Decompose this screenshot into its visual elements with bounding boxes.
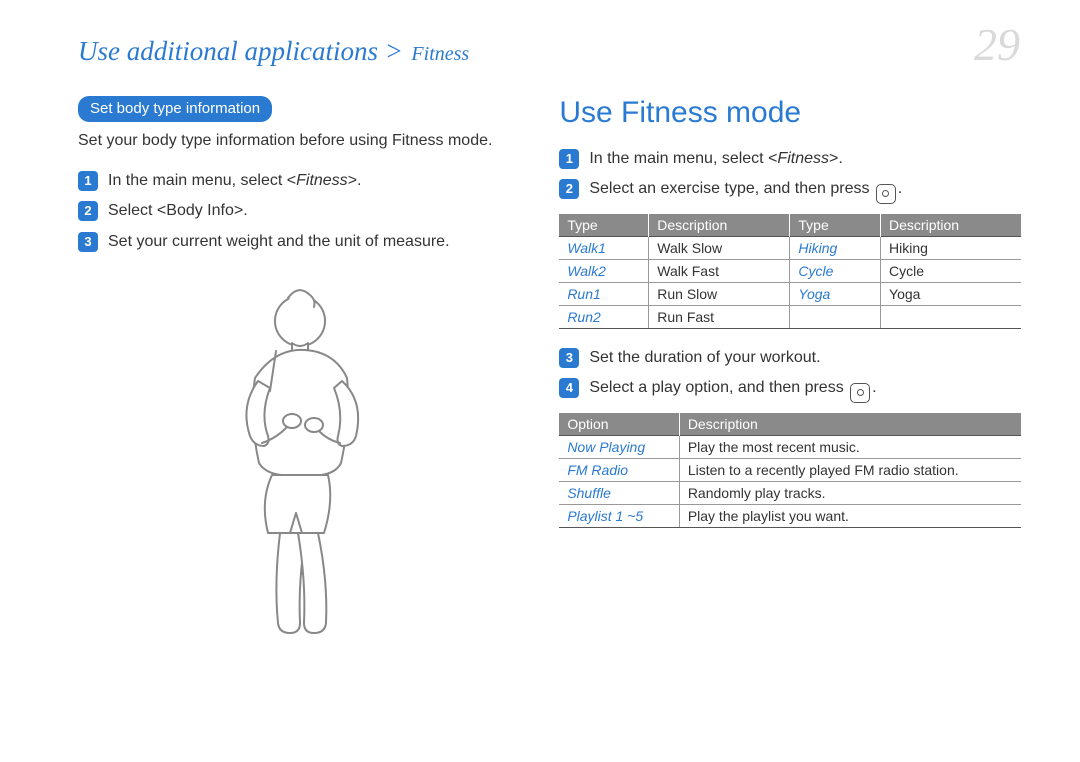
- breadcrumb-sub: Fitness: [411, 43, 469, 65]
- table-header: Option: [559, 413, 679, 436]
- step-number-icon: 2: [559, 179, 579, 199]
- table-row: Shuffle Randomly play tracks.: [559, 481, 1021, 504]
- table-header: Type: [559, 214, 648, 237]
- step-text: Select a play option, and then press .: [589, 377, 1021, 403]
- intro-text: Set your body type information before us…: [78, 132, 511, 150]
- exercise-type-table: Type Description Type Description Walk1 …: [559, 214, 1021, 329]
- section-title: Use Fitness mode: [559, 96, 1021, 130]
- step-number-icon: 3: [78, 232, 98, 252]
- table-header: Description: [649, 214, 790, 237]
- right-column: Use Fitness mode 1 In the main menu, sel…: [559, 96, 1021, 668]
- select-button-icon: [876, 184, 896, 204]
- step-text: Set the duration of your workout.: [589, 347, 1021, 369]
- breadcrumb-main: Use additional applications >: [78, 36, 403, 66]
- right-step-1: 1 In the main menu, select <Fitness>.: [559, 148, 1021, 170]
- right-step-4: 4 Select a play option, and then press .: [559, 377, 1021, 403]
- step-number-icon: 1: [78, 171, 98, 191]
- select-button-icon: [850, 383, 870, 403]
- table-row: Walk2 Walk Fast Cycle Cycle: [559, 259, 1021, 282]
- table-header-row: Option Description: [559, 413, 1021, 436]
- step-text: Set your current weight and the unit of …: [108, 231, 511, 253]
- left-step-2: 2 Select <Body Info>.: [78, 200, 511, 222]
- step-text: Select <Body Info>.: [108, 200, 511, 222]
- runner-illustration: [78, 283, 511, 668]
- page-number: 29: [974, 22, 1020, 68]
- table-row: FM Radio Listen to a recently played FM …: [559, 458, 1021, 481]
- runner-icon: [180, 283, 410, 663]
- step-text: Select an exercise type, and then press …: [589, 178, 1021, 204]
- left-step-1: 1 In the main menu, select <Fitness>.: [78, 170, 511, 192]
- play-option-table: Option Description Now Playing Play the …: [559, 413, 1021, 528]
- step-number-icon: 1: [559, 149, 579, 169]
- table-header: Description: [881, 214, 1021, 237]
- table-row: Run1 Run Slow Yoga Yoga: [559, 282, 1021, 305]
- table-header: Type: [790, 214, 881, 237]
- table-row: Walk1 Walk Slow Hiking Hiking: [559, 236, 1021, 259]
- right-step-2: 2 Select an exercise type, and then pres…: [559, 178, 1021, 204]
- table-row: Now Playing Play the most recent music.: [559, 435, 1021, 458]
- table-row: Playlist 1 ~5 Play the playlist you want…: [559, 504, 1021, 527]
- section-pill: Set body type information: [78, 96, 272, 122]
- step-number-icon: 2: [78, 201, 98, 221]
- step-number-icon: 4: [559, 378, 579, 398]
- breadcrumb: Use additional applications > Fitness: [78, 36, 469, 67]
- step-text: In the main menu, select <Fitness>.: [589, 148, 1021, 170]
- left-step-3: 3 Set your current weight and the unit o…: [78, 231, 511, 253]
- page-header: Use additional applications > Fitness 29: [78, 22, 1020, 68]
- table-header-row: Type Description Type Description: [559, 214, 1021, 237]
- left-column: Set body type information Set your body …: [78, 96, 511, 668]
- table-row: Run2 Run Fast: [559, 305, 1021, 328]
- step-number-icon: 3: [559, 348, 579, 368]
- table-header: Description: [679, 413, 1021, 436]
- step-text: In the main menu, select <Fitness>.: [108, 170, 511, 192]
- right-step-3: 3 Set the duration of your workout.: [559, 347, 1021, 369]
